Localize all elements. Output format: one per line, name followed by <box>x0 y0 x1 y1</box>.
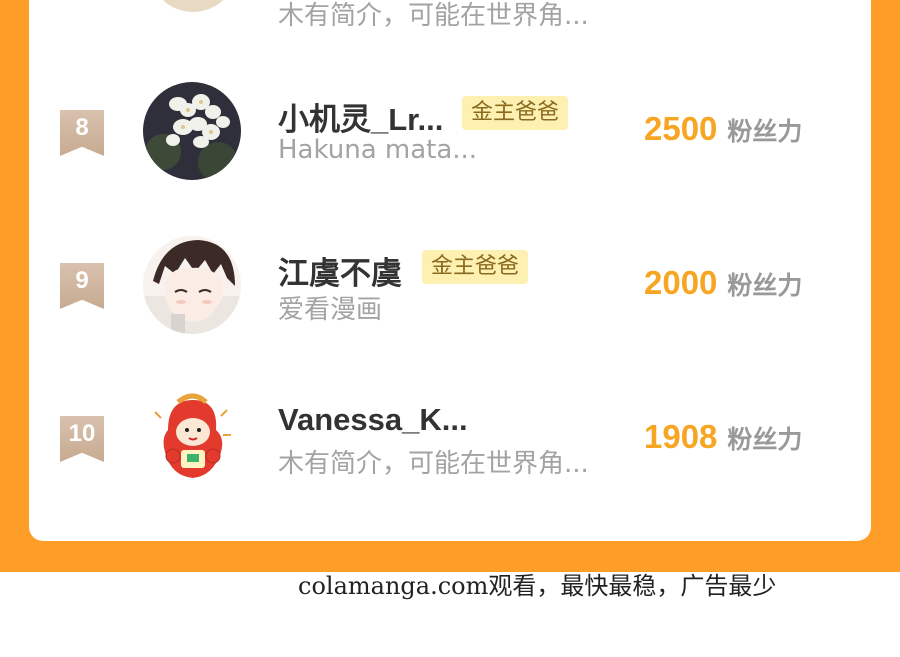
ranking-row-7[interactable]: 木有简介，可能在世界角... <box>29 0 871 40</box>
avatar[interactable] <box>143 82 241 180</box>
rank-ribbon-icon: 8 <box>60 110 104 156</box>
fans-count: 1908 <box>644 418 718 455</box>
anime-boy-portrait <box>143 236 241 334</box>
rank-number: 9 <box>75 267 89 294</box>
red-mascot-sticker <box>143 390 241 488</box>
row-bio: 木有简介，可能在世界角... <box>278 1 589 31</box>
vip-badge: 金主爸爸 <box>422 250 529 284</box>
row-bio: Hakuna mata... <box>278 135 478 165</box>
fans-unit-label: 粉丝力 <box>727 117 803 146</box>
rank-number: 8 <box>75 114 89 141</box>
fans-unit-label: 粉丝力 <box>727 271 803 300</box>
user-name[interactable]: Vanessa_K... <box>278 402 468 438</box>
rank-number: 10 <box>68 420 96 447</box>
fans-score: 2000 粉丝力 <box>644 264 802 302</box>
rank-ribbon-icon: 9 <box>60 263 104 309</box>
user-name[interactable]: 小机灵_Lr... <box>278 94 443 139</box>
avatar[interactable] <box>143 390 241 488</box>
white-flowers-photo <box>143 82 241 180</box>
fans-unit-label: 粉丝力 <box>727 425 803 454</box>
fans-score: 1908 粉丝力 <box>644 418 802 456</box>
avatar[interactable] <box>143 236 241 334</box>
row-bio: 木有简介，可能在世界角... <box>278 449 589 479</box>
site-watermark: colamanga.com观看，最快最稳，广告最少 <box>298 572 777 600</box>
fans-count: 2000 <box>644 264 718 301</box>
ranking-row-9[interactable]: 9 江虞不虞 金主爸爸 爱看漫画 2000 粉丝力 <box>29 236 871 336</box>
row-bio: 爱看漫画 <box>278 295 383 325</box>
fan-ranking-card: 木有简介，可能在世界角... 8 小机灵_Lr... 金主爸爸 Hakuna m… <box>29 0 871 541</box>
rank-ribbon-icon: 10 <box>60 416 104 462</box>
fans-score: 2500 粉丝力 <box>644 110 802 148</box>
avatar[interactable] <box>149 0 237 12</box>
ranking-row-10[interactable]: 10 Vanessa_K... 木有简介，可能在世界角... 1908 粉丝力 <box>29 390 871 490</box>
vip-badge: 金主爸爸 <box>462 96 569 130</box>
fans-count: 2500 <box>644 110 718 147</box>
ranking-row-8[interactable]: 8 小机灵_Lr... 金主爸爸 Hakuna mata... 2500 粉丝力 <box>29 82 871 182</box>
user-name[interactable]: 江虞不虞 <box>278 248 402 293</box>
